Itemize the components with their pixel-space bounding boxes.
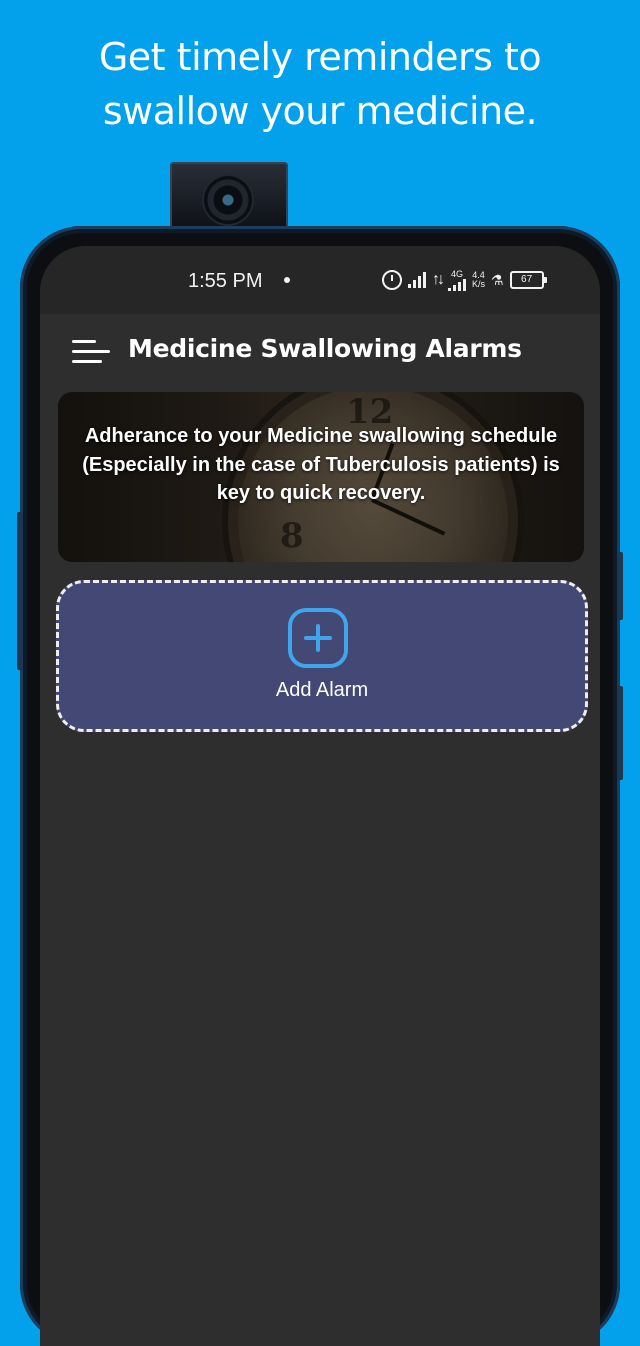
phone-screen: 1:55 PM ↑↓ 4G 4.4 K/s ⚗ 67 Medicine Swal…	[40, 246, 600, 1346]
info-banner: 12 8 Adherance to your Medicine swallowi…	[58, 392, 584, 562]
app-title: Medicine Swallowing Alarms	[128, 334, 522, 363]
promo-line-2: swallow your medicine.	[102, 89, 538, 133]
status-icons: ↑↓ 4G 4.4 K/s ⚗ 67	[382, 266, 547, 294]
add-square-icon	[288, 608, 348, 668]
notification-dot-icon	[284, 277, 290, 283]
status-time: 1:55 PM	[188, 270, 263, 292]
phone-side-button	[617, 552, 623, 620]
signal-icon	[448, 278, 466, 291]
promo-heading: Get timely reminders to swallow your med…	[0, 30, 640, 138]
add-alarm-label: Add Alarm	[275, 679, 369, 701]
phone-side-button	[617, 686, 623, 780]
battery-icon: 67	[509, 271, 547, 289]
camera-lens-icon	[204, 176, 252, 224]
network-indicator: 4G	[448, 268, 466, 291]
signal-icon	[408, 272, 426, 288]
promo-line-1: Get timely reminders to	[98, 35, 542, 79]
phone-side-button	[17, 512, 23, 670]
add-alarm-button[interactable]: Add Alarm	[56, 580, 588, 732]
network-speed: 4.4 K/s	[472, 271, 485, 289]
flask-icon: ⚗	[491, 271, 504, 288]
network-type: 4G	[450, 268, 463, 279]
banner-text: Adherance to your Medicine swallowing sc…	[82, 425, 560, 504]
alarm-icon	[382, 270, 402, 290]
menu-icon[interactable]	[72, 338, 112, 366]
data-arrows-icon: ↑↓	[432, 271, 445, 288]
popup-camera	[170, 162, 288, 228]
status-bar: 1:55 PM ↑↓ 4G 4.4 K/s ⚗ 67	[40, 246, 600, 314]
network-speed-unit: K/s	[472, 279, 486, 289]
app-bar: Medicine Swallowing Alarms	[40, 314, 600, 386]
